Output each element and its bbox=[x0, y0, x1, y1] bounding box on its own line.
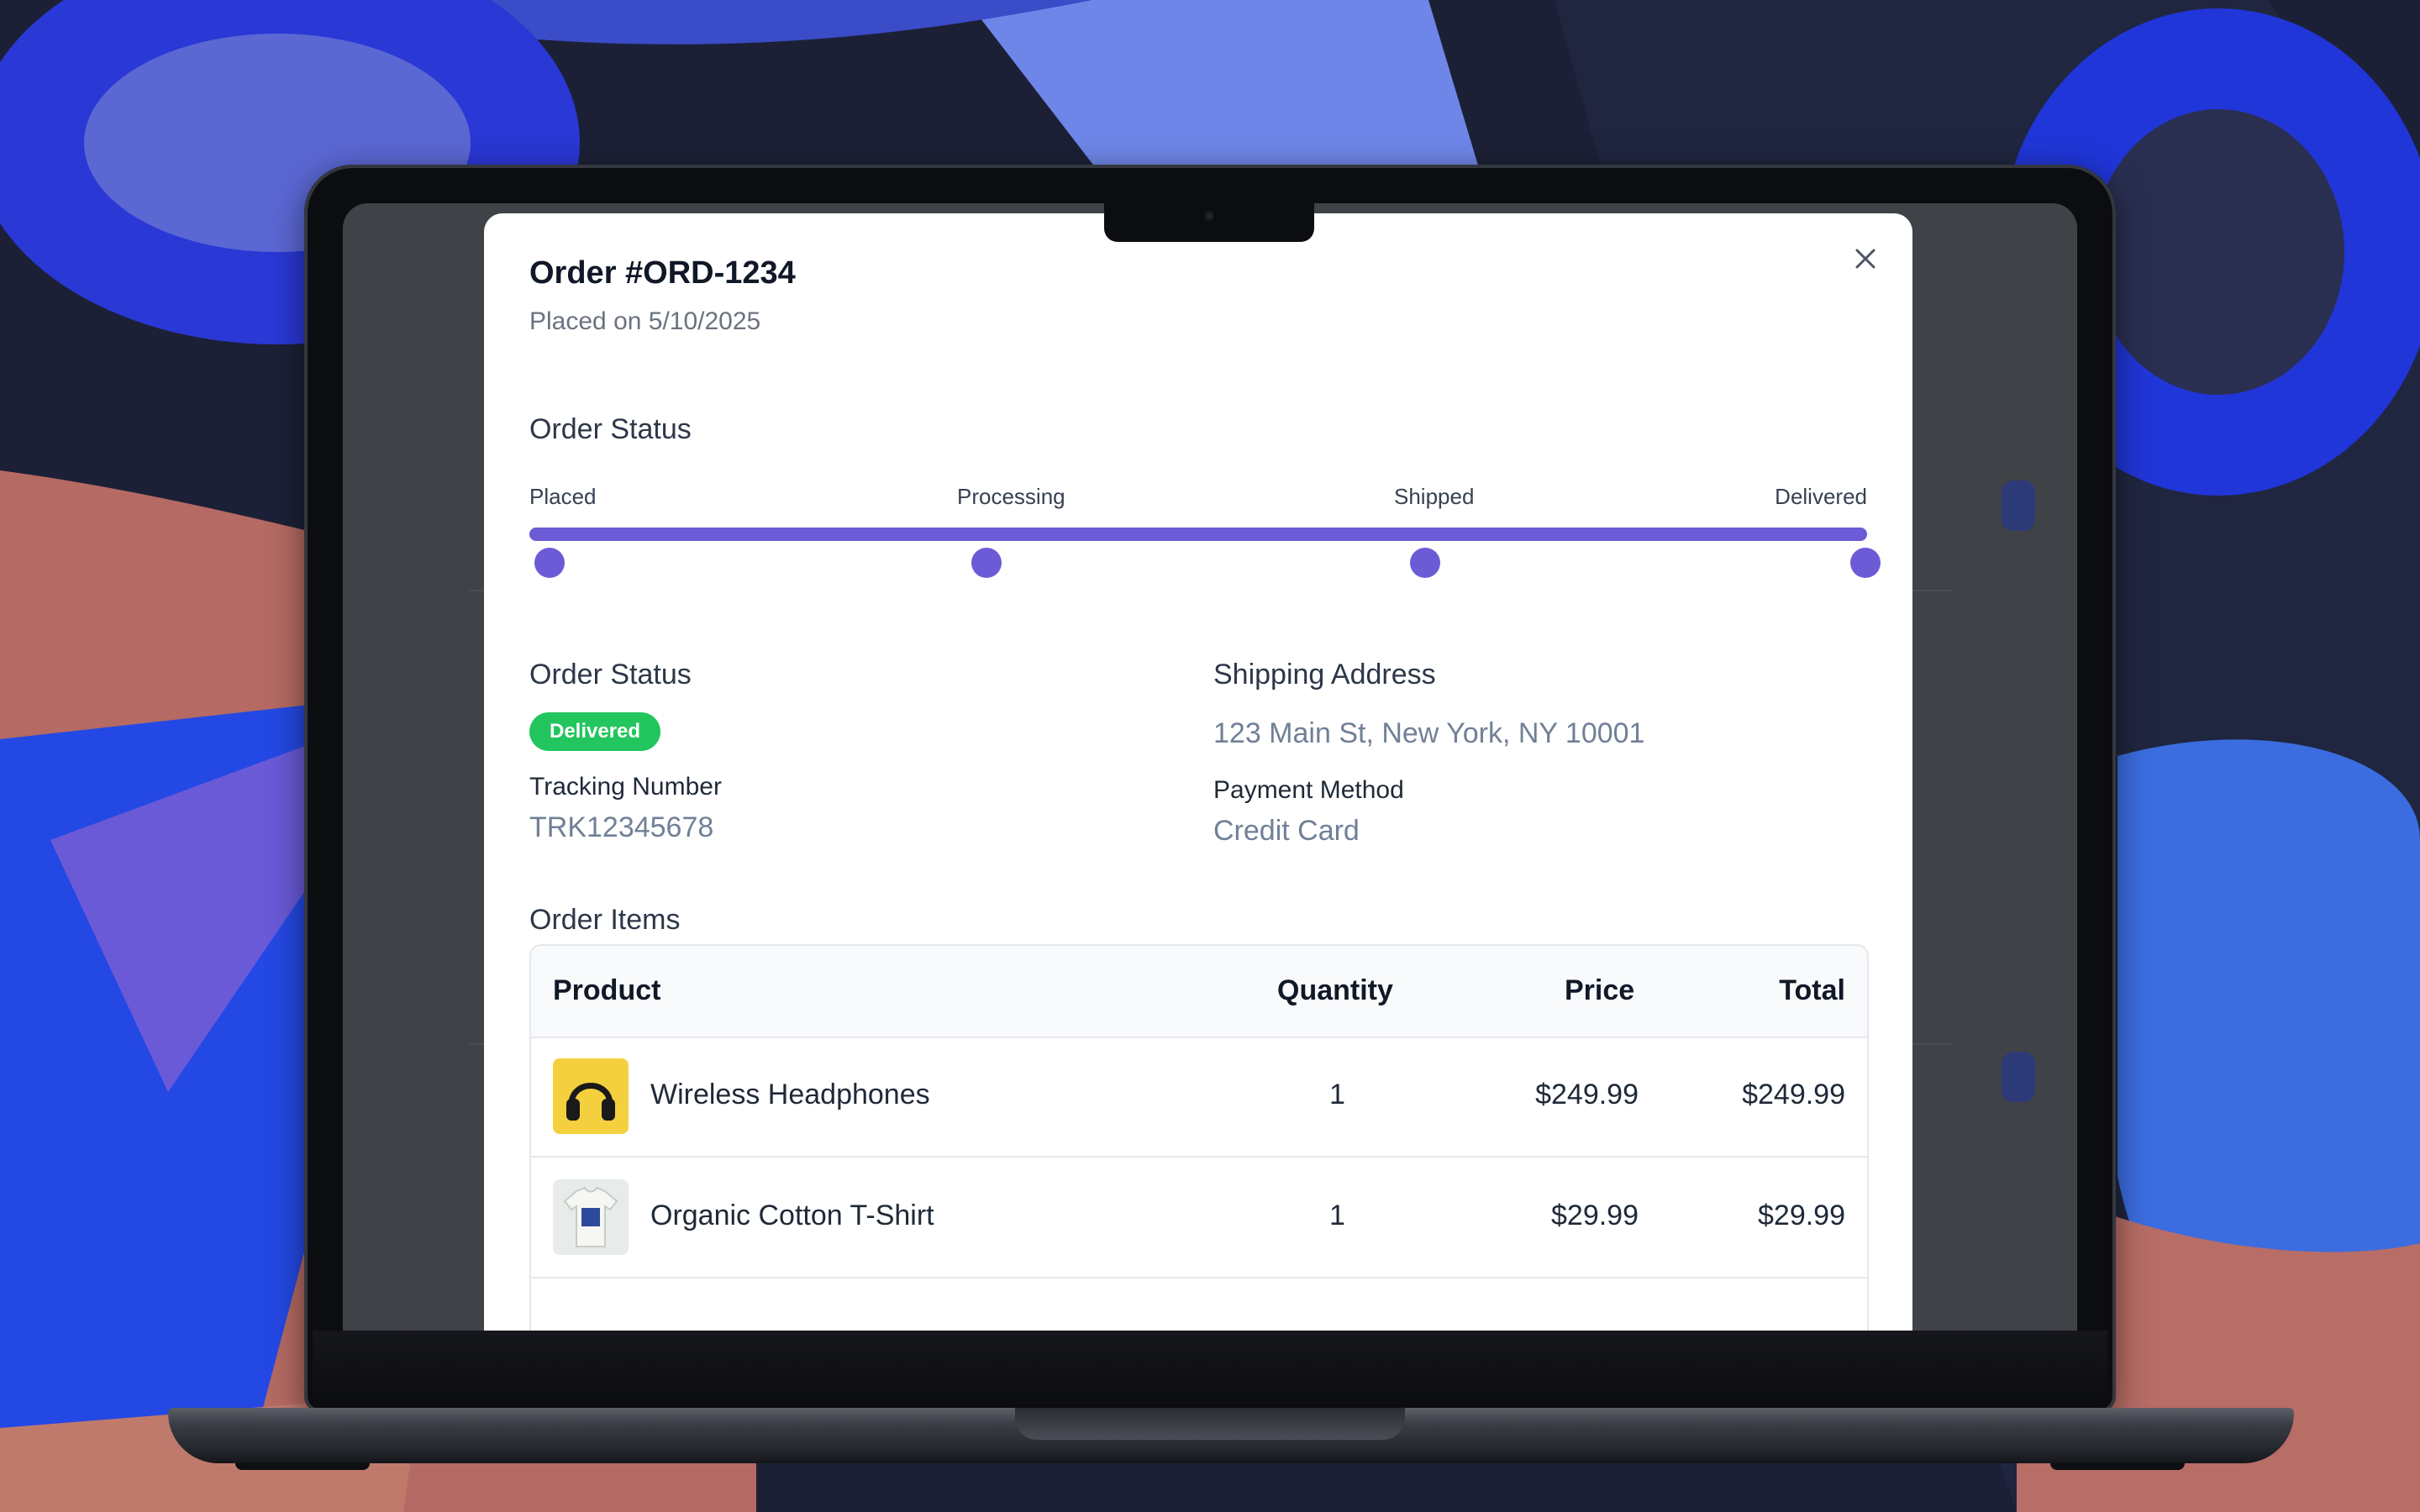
close-icon bbox=[1855, 249, 1876, 269]
price-value: $249.99 bbox=[1535, 1079, 1639, 1110]
progress-track bbox=[529, 528, 1867, 541]
tshirt-icon bbox=[553, 1179, 629, 1255]
product-name: Wireless Headphones bbox=[650, 1079, 930, 1110]
quantity-value: 1 bbox=[1329, 1200, 1345, 1231]
laptop-foot-left bbox=[235, 1463, 370, 1470]
shipping-heading: Shipping Address bbox=[1213, 659, 1436, 690]
quantity-value: 1 bbox=[1329, 1079, 1345, 1110]
tracking-number: TRK12345678 bbox=[529, 811, 714, 843]
product-name: Organic Cotton T-Shirt bbox=[650, 1200, 934, 1231]
payment-label: Payment Method bbox=[1213, 776, 1404, 804]
table-row: Organic Cotton T-Shirt 1 $29.99 $29.99 bbox=[531, 1158, 1867, 1278]
order-items-table: Product Quantity Price Total Wireless He… bbox=[529, 944, 1869, 1331]
payment-method: Credit Card bbox=[1213, 815, 1360, 847]
table-row bbox=[531, 1278, 1867, 1331]
tracking-label: Tracking Number bbox=[529, 773, 722, 801]
headphones-icon bbox=[553, 1058, 629, 1134]
close-button[interactable] bbox=[1850, 244, 1881, 274]
shipping-address: 123 Main St, New York, NY 10001 bbox=[1213, 717, 1645, 749]
order-details-modal: Order #ORD-1234 Placed on 5/10/2025 Orde… bbox=[484, 213, 1912, 1331]
table-row: Wireless Headphones 1 $249.99 $249.99 bbox=[531, 1037, 1867, 1158]
step-dot-delivered bbox=[1850, 548, 1881, 578]
modal-title: Order #ORD-1234 bbox=[529, 255, 796, 291]
column-header-product: Product bbox=[553, 974, 661, 1006]
step-dot-processing bbox=[971, 548, 1002, 578]
camera-notch bbox=[1104, 203, 1314, 242]
status-heading: Order Status bbox=[529, 659, 692, 690]
order-placed-date: Placed on 5/10/2025 bbox=[529, 307, 761, 335]
camera-icon bbox=[1204, 211, 1214, 221]
column-header-price: Price bbox=[1565, 974, 1635, 1006]
step-dot-shipped bbox=[1410, 548, 1440, 578]
total-value: $29.99 bbox=[1758, 1200, 1845, 1231]
progress-heading: Order Status bbox=[529, 413, 692, 445]
step-label-shipped: Shipped bbox=[1394, 484, 1475, 509]
column-header-total: Total bbox=[1779, 974, 1845, 1006]
background-button bbox=[2002, 480, 2035, 531]
headphones-thumbnail bbox=[553, 1058, 629, 1134]
laptop-foot-right bbox=[2050, 1463, 2185, 1470]
status-badge: Delivered bbox=[529, 712, 661, 751]
step-dot-placed bbox=[534, 548, 565, 578]
laptop-chin bbox=[313, 1331, 2107, 1408]
background-button bbox=[2002, 1052, 2035, 1102]
items-heading: Order Items bbox=[529, 904, 681, 936]
table-header: Product Quantity Price Total bbox=[531, 946, 1867, 1038]
step-label-delivered: Delivered bbox=[1775, 484, 1867, 509]
tshirt-thumbnail bbox=[553, 1179, 629, 1255]
laptop-screen: Order #ORD-1234 Placed on 5/10/2025 Orde… bbox=[343, 203, 2077, 1331]
total-value: $249.99 bbox=[1742, 1079, 1845, 1110]
price-value: $29.99 bbox=[1551, 1200, 1639, 1231]
step-label-processing: Processing bbox=[957, 484, 1065, 509]
column-header-quantity: Quantity bbox=[1277, 974, 1393, 1006]
laptop-opening-notch bbox=[1015, 1408, 1405, 1440]
step-label-placed: Placed bbox=[529, 484, 597, 509]
